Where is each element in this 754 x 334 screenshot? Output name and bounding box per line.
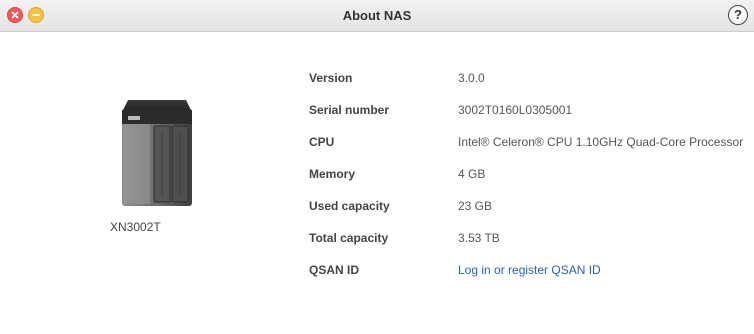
- total-capacity-label: Total capacity: [309, 231, 389, 245]
- info-row-memory: Memory 4 GB: [0, 164, 754, 184]
- total-capacity-value: 3.53 TB: [458, 231, 500, 245]
- cpu-value: Intel® Celeron® CPU 1.10GHz Quad-Core Pr…: [458, 135, 744, 149]
- qsan-id-label: QSAN ID: [309, 263, 360, 277]
- memory-label: Memory: [309, 167, 356, 181]
- help-button[interactable]: ?: [728, 5, 748, 25]
- title-bar: About NAS ?: [0, 0, 754, 32]
- serial-number-value: 3002T0160L0305001: [458, 103, 573, 117]
- window-title: About NAS: [342, 8, 412, 23]
- version-value: 3.0.0: [458, 71, 485, 85]
- cpu-label: CPU: [309, 135, 335, 149]
- memory-value: 4 GB: [458, 167, 486, 181]
- info-row-serial: Serial number 3002T0160L0305001: [0, 100, 754, 120]
- about-nas-window: About NAS ? XN3002T Version 3.0.0 Serial…: [0, 0, 754, 334]
- info-row-total-capacity: Total capacity 3.53 TB: [0, 228, 754, 248]
- info-row-used-capacity: Used capacity 23 GB: [0, 196, 754, 216]
- used-capacity-label: Used capacity: [309, 199, 390, 213]
- serial-number-label: Serial number: [309, 103, 390, 117]
- used-capacity-value: 23 GB: [458, 199, 493, 213]
- info-row-qsan-id: QSAN ID Log in or register QSAN ID: [0, 260, 754, 280]
- info-row-version: Version 3.0.0: [0, 68, 754, 88]
- info-row-cpu: CPU Intel® Celeron® CPU 1.10GHz Quad-Cor…: [0, 132, 754, 152]
- version-label: Version: [309, 71, 353, 85]
- qsan-id-login-link[interactable]: Log in or register QSAN ID: [458, 260, 601, 280]
